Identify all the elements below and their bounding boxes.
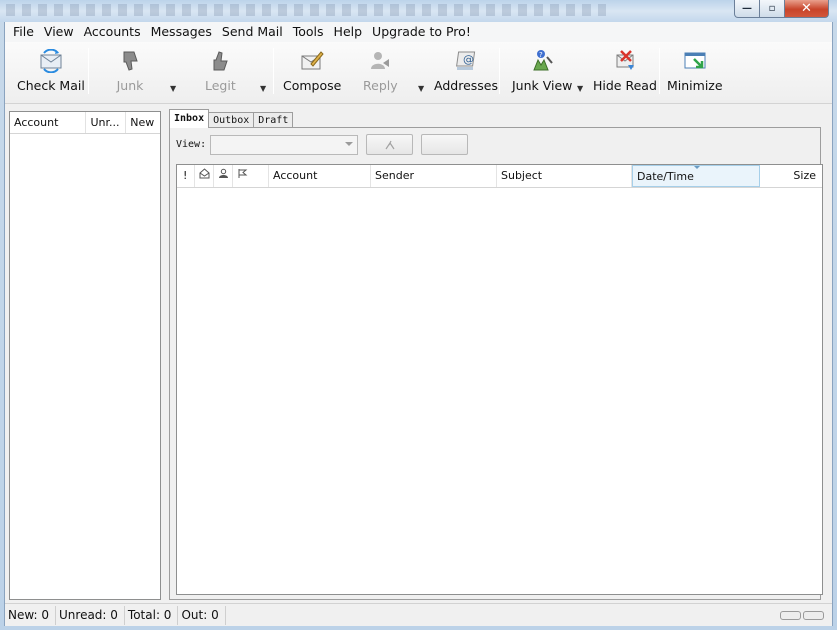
column-read-status[interactable] — [195, 165, 214, 187]
menu-tools[interactable]: Tools — [288, 22, 329, 42]
window-minimize-button[interactable]: — — [734, 0, 760, 18]
flag-icon — [238, 169, 248, 178]
status-total: Total: 0 — [125, 605, 179, 625]
junk-button[interactable]: Junk — [116, 48, 144, 93]
menu-messages[interactable]: Messages — [146, 22, 217, 42]
window-close-icon: ✕ — [801, 1, 812, 16]
message-list-header: ! Account Sender Subject Date/Time Size — [177, 165, 822, 188]
tab-draft[interactable]: Draft — [253, 112, 294, 128]
accounts-column-account[interactable]: Account — [10, 112, 87, 133]
junk-view-icon: ? — [528, 48, 556, 74]
status-new: New: 0 — [5, 605, 57, 625]
column-date-time-label: Date/Time — [637, 170, 694, 183]
messages-panel: View: ! Account Sender Subject Date/Time… — [169, 127, 823, 600]
junk-label: Junk — [116, 78, 144, 93]
toolbar-separator — [88, 48, 89, 94]
clear-view-button[interactable] — [366, 134, 414, 155]
status-unread: Unread: 0 — [56, 605, 125, 625]
minimize-to-tray-icon — [681, 48, 709, 74]
menu-view[interactable]: View — [39, 22, 79, 42]
view-options-button[interactable] — [421, 134, 469, 155]
mailbox-tabs: Inbox Outbox Draft — [169, 109, 294, 128]
window-minimize-icon: — — [742, 3, 752, 14]
status-bar: New: 0 Unread: 0 Total: 0 Out: 0 — [5, 603, 832, 626]
check-mail-icon — [37, 48, 65, 74]
thumbs-down-icon — [116, 48, 144, 74]
addresses-button[interactable]: @ Addresses — [434, 48, 498, 93]
tab-inbox[interactable]: Inbox — [169, 109, 210, 128]
message-list: ! Account Sender Subject Date/Time Size — [176, 164, 823, 595]
tab-outbox[interactable]: Outbox — [208, 112, 255, 128]
accounts-column-unread[interactable]: Unr... — [86, 112, 127, 133]
column-contact[interactable] — [214, 165, 233, 187]
compose-button[interactable]: Compose — [283, 48, 341, 93]
menu-file[interactable]: File — [8, 22, 39, 42]
menu-send-mail[interactable]: Send Mail — [217, 22, 288, 42]
sort-descending-icon — [693, 166, 701, 169]
status-out: Out: 0 — [178, 605, 226, 625]
thumbs-up-icon — [206, 48, 234, 74]
legit-dropdown-arrow-icon[interactable]: ▼ — [260, 84, 266, 93]
view-filter-row: View: — [176, 134, 469, 155]
title-bar: — ▫ ✕ — [0, 0, 837, 22]
column-flag[interactable] — [233, 165, 269, 187]
legit-button[interactable]: Legit — [205, 48, 236, 93]
status-indicators — [778, 611, 824, 620]
view-select[interactable] — [210, 134, 359, 155]
column-account[interactable]: Account — [269, 165, 371, 187]
window-controls: — ▫ ✕ — [734, 0, 829, 18]
addresses-label: Addresses — [434, 78, 498, 93]
reply-icon — [366, 48, 394, 74]
menu-accounts[interactable]: Accounts — [79, 22, 146, 42]
status-indicator — [780, 611, 801, 620]
check-mail-button[interactable]: Check Mail — [17, 48, 85, 93]
toolbar: Check Mail Junk ▼ Legit ▼ Compose Reply … — [5, 42, 832, 104]
svg-text:?: ? — [539, 51, 543, 59]
column-date-time[interactable]: Date/Time — [632, 165, 760, 187]
hide-read-icon — [611, 48, 639, 74]
clear-filter-icon — [385, 140, 395, 149]
address-book-icon: @ — [452, 48, 480, 74]
accounts-column-new[interactable]: New — [126, 112, 160, 133]
junk-view-label: Junk View — [512, 78, 573, 93]
status-indicator — [803, 611, 824, 620]
compose-icon — [298, 48, 326, 74]
toolbar-separator — [273, 48, 274, 94]
chevron-down-icon — [345, 141, 354, 146]
junk-dropdown-arrow-icon[interactable]: ▼ — [170, 84, 176, 93]
junk-view-button[interactable]: ? Junk View — [512, 48, 572, 93]
menu-upgrade[interactable]: Upgrade to Pro! — [367, 22, 476, 42]
reply-label: Reply — [363, 78, 398, 93]
column-subject[interactable]: Subject — [497, 165, 632, 187]
column-sender[interactable]: Sender — [371, 165, 497, 187]
compose-label: Compose — [283, 78, 342, 93]
window-close-button[interactable]: ✕ — [785, 0, 829, 18]
minimize-button[interactable]: Minimize — [667, 48, 723, 93]
view-label: View: — [176, 139, 207, 150]
menu-bar: File View Accounts Messages Send Mail To… — [5, 22, 832, 42]
column-size[interactable]: Size — [760, 165, 822, 187]
main-window: File View Accounts Messages Send Mail To… — [4, 22, 833, 626]
junk-view-dropdown-arrow-icon[interactable]: ▼ — [577, 84, 583, 93]
svg-text:@: @ — [463, 53, 474, 66]
window-maximize-button[interactable]: ▫ — [760, 0, 785, 18]
reply-dropdown-arrow-icon[interactable]: ▼ — [418, 84, 424, 93]
accounts-panel: Account Unr... New — [9, 111, 161, 600]
menu-help[interactable]: Help — [329, 22, 368, 42]
hide-read-label: Hide Read — [593, 78, 657, 93]
accounts-header: Account Unr... New — [10, 112, 160, 134]
reply-button[interactable]: Reply — [363, 48, 398, 93]
hide-read-button[interactable]: Hide Read — [593, 48, 657, 93]
toolbar-separator — [659, 48, 660, 94]
window-maximize-icon: ▫ — [768, 3, 776, 14]
title-bar-quick-access — [6, 4, 606, 16]
column-priority[interactable]: ! — [177, 165, 195, 187]
legit-label: Legit — [205, 78, 236, 93]
minimize-label: Minimize — [667, 78, 723, 93]
check-mail-label: Check Mail — [17, 78, 85, 93]
toolbar-separator — [499, 48, 500, 94]
envelope-open-icon — [199, 168, 210, 179]
person-icon — [219, 168, 228, 178]
